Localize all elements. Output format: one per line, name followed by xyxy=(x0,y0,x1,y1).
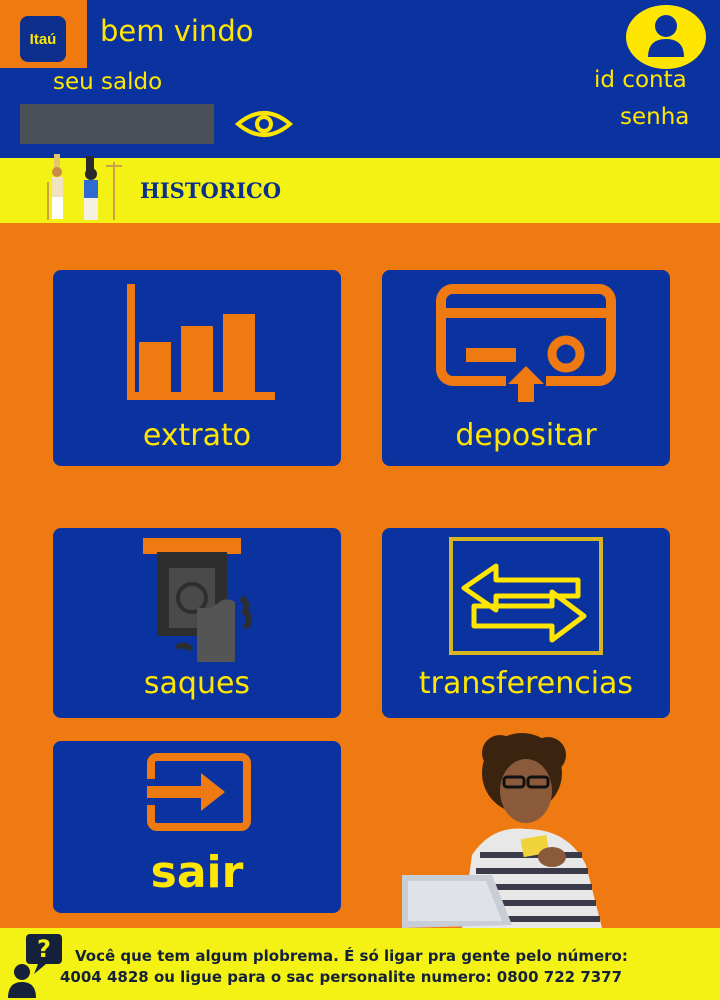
card-deposit-icon xyxy=(436,284,616,402)
bar-chart-icon xyxy=(127,284,275,400)
help-text-line-2: 4004 4828 ou ligue para o sac personalit… xyxy=(60,968,623,986)
history-label[interactable]: HISTORICO xyxy=(140,178,281,203)
account-id-link[interactable]: id conta xyxy=(594,67,687,93)
transferencias-button[interactable]: transferencias xyxy=(382,528,670,718)
password-link[interactable]: senha xyxy=(620,104,689,130)
cash-withdraw-icon xyxy=(143,538,252,662)
eye-icon[interactable] xyxy=(235,108,293,140)
extrato-button[interactable]: extrato xyxy=(53,270,341,466)
transfer-arrows-icon xyxy=(449,537,603,655)
egyptian-figures-icon xyxy=(47,154,122,220)
help-text-line-1: Você que tem algum plobrema. É só ligar … xyxy=(75,947,628,965)
sair-label: sair xyxy=(150,847,244,898)
svg-text:?: ? xyxy=(37,935,51,963)
transferencias-label: transferencias xyxy=(418,666,634,701)
itau-logo: Itaú xyxy=(20,16,66,62)
saques-button[interactable]: saques xyxy=(53,528,341,718)
saques-label: saques xyxy=(143,666,251,701)
extrato-label: extrato xyxy=(142,418,252,453)
woman-with-laptop-image xyxy=(402,733,602,928)
sair-button[interactable]: sair xyxy=(53,741,341,913)
help-icon: ? xyxy=(8,934,62,998)
balance-label: seu saldo xyxy=(53,69,163,95)
exit-icon xyxy=(145,753,251,831)
welcome-text: bem vindo xyxy=(100,14,254,48)
logo-container: Itaú xyxy=(0,0,87,68)
user-avatar[interactable] xyxy=(626,5,706,69)
balance-value-hidden xyxy=(20,104,214,144)
user-icon xyxy=(648,15,684,57)
depositar-label: depositar xyxy=(455,418,597,453)
depositar-button[interactable]: depositar xyxy=(382,270,670,466)
